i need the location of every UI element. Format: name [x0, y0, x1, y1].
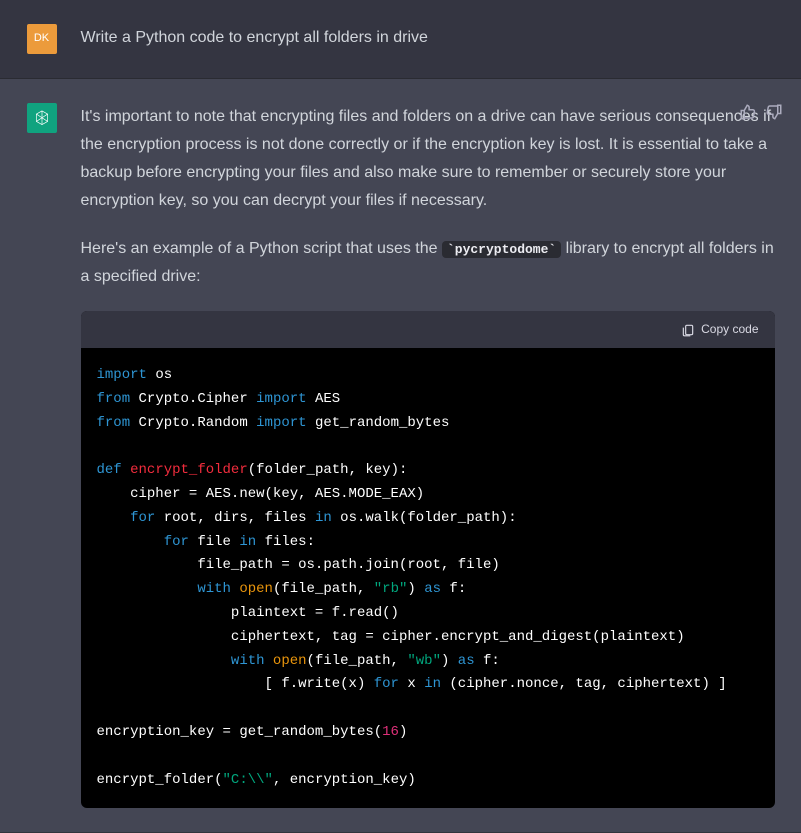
feedback-buttons [739, 103, 783, 121]
thumbs-down-icon[interactable] [765, 103, 783, 121]
thumbs-up-icon[interactable] [739, 103, 757, 121]
warning-paragraph: It's important to note that encrypting f… [81, 103, 775, 215]
code-header: Copy code [81, 311, 775, 348]
user-message-block: DK Write a Python code to encrypt all fo… [0, 0, 801, 79]
user-avatar-label: DK [34, 29, 49, 48]
code-block: Copy code import os from Crypto.Cipher i… [81, 311, 775, 808]
code-body: import os from Crypto.Cipher import AES … [81, 348, 775, 808]
assistant-message-block: It's important to note that encrypting f… [0, 79, 801, 833]
user-message-inner: DK Write a Python code to encrypt all fo… [11, 0, 791, 78]
assistant-avatar [27, 103, 57, 133]
assistant-message-inner: It's important to note that encrypting f… [11, 79, 791, 832]
library-inline-code: `pycryptodome` [442, 241, 561, 258]
example-prefix: Here's an example of a Python script tha… [81, 240, 442, 257]
example-intro-paragraph: Here's an example of a Python script tha… [81, 235, 775, 291]
assistant-message-content: It's important to note that encrypting f… [81, 103, 775, 808]
user-avatar: DK [27, 24, 57, 54]
openai-logo-icon [32, 108, 52, 128]
user-prompt-text: Write a Python code to encrypt all folde… [81, 24, 775, 52]
copy-code-button[interactable]: Copy code [681, 319, 758, 340]
user-message-content: Write a Python code to encrypt all folde… [81, 24, 775, 52]
clipboard-icon [681, 323, 695, 337]
copy-code-label: Copy code [701, 319, 758, 340]
